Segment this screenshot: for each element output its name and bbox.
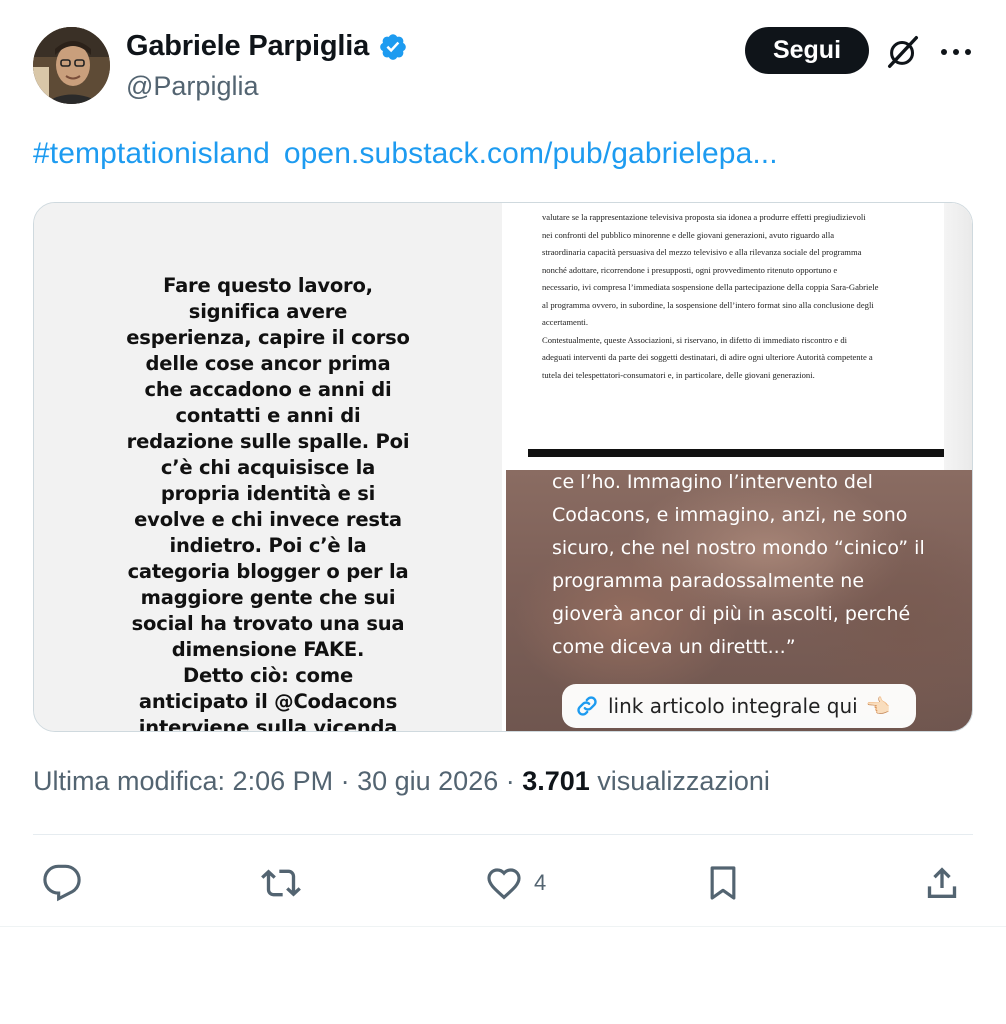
document-text: valutare se la rappresentazione televisi… <box>542 212 879 380</box>
photo-quote-text: ce l’ho. Immagino l’intervento del Codac… <box>552 471 925 658</box>
follow-button[interactable]: Segui <box>745 27 869 74</box>
document-scan: valutare se la rappresentazione televisi… <box>506 203 972 470</box>
more-options-icon[interactable] <box>938 38 974 66</box>
author-name-row: Gabriele Parpiglia <box>126 30 408 63</box>
bookmark-button[interactable] <box>703 861 743 905</box>
like-icon <box>487 868 521 900</box>
author-name[interactable]: Gabriele Parpiglia <box>126 30 369 63</box>
action-bar: 4 <box>0 855 1006 911</box>
avatar[interactable] <box>33 27 110 104</box>
bottom-divider <box>0 926 1006 927</box>
reply-icon <box>43 864 81 902</box>
reply-button[interactable] <box>42 861 82 905</box>
article-link-chip[interactable]: link articolo integrale qui 👈🏻 <box>562 684 916 728</box>
like-count: 4 <box>534 870 547 895</box>
bookmark-icon <box>710 866 736 900</box>
author-handle[interactable]: @Parpiglia <box>126 71 258 102</box>
story-image[interactable]: Fare questo lavoro, significa avere espe… <box>34 203 502 732</box>
divider <box>33 834 973 835</box>
share-icon <box>927 867 957 898</box>
share-button[interactable] <box>922 861 962 905</box>
tweet-header: Gabriele Parpiglia @Parpiglia Segui <box>0 0 1006 120</box>
views-label: visualizzazioni <box>589 766 770 796</box>
tweet-text: #temptationisland open.substack.com/pub/g… <box>33 137 778 171</box>
grok-icon[interactable] <box>884 33 922 71</box>
verified-badge-icon <box>380 33 406 60</box>
tweet-meta: Ultima modifica: 2:06 PM · 30 giu 2026 ·… <box>33 766 770 797</box>
story-text: Fare questo lavoro, significa avere espe… <box>126 274 410 732</box>
edited-timestamp[interactable]: Ultima modifica: 2:06 PM · 30 giu 2026 · <box>33 766 522 796</box>
document-page: valutare se la rappresentazione televisi… <box>528 203 944 443</box>
views-count: 3.701 <box>522 766 590 796</box>
collage-image[interactable]: valutare se la rappresentazione televisi… <box>506 203 972 731</box>
document-divider <box>528 449 944 457</box>
link-icon <box>577 696 597 716</box>
document-edge <box>944 203 972 470</box>
link-chip-label: link articolo integrale qui <box>608 694 858 718</box>
retweet-button[interactable] <box>261 861 301 905</box>
avatar-photo <box>33 27 110 104</box>
pointing-hand-icon: 👈🏻 <box>865 695 891 718</box>
retweet-icon <box>261 869 301 897</box>
like-button[interactable]: 4 <box>484 861 546 905</box>
quote-photo: ce l’ho. Immagino l’intervento del Codac… <box>506 470 972 731</box>
media-card[interactable]: Fare questo lavoro, significa avere espe… <box>33 202 973 732</box>
external-link[interactable]: open.substack.com/pub/gabrielepa... <box>284 137 778 170</box>
hashtag-link[interactable]: #temptationisland <box>33 137 270 170</box>
